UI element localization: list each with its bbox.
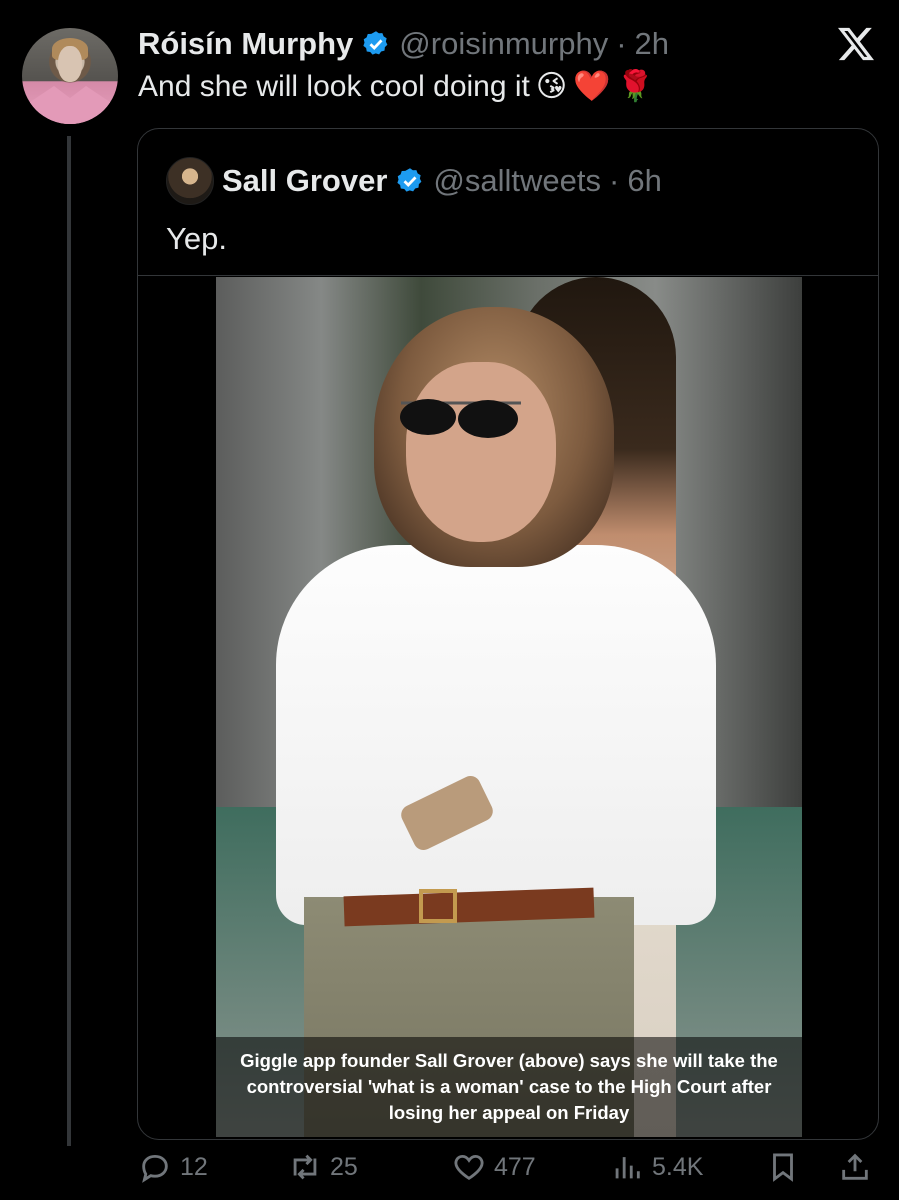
reply-button[interactable]: 12	[138, 1150, 208, 1184]
repost-count: 25	[330, 1152, 358, 1181]
action-bar: 12 25 477 5.4K	[138, 1150, 878, 1200]
thread-line	[67, 136, 71, 1146]
quoted-author-handle[interactable]: @salltweets	[433, 163, 601, 199]
kiss-emoji-icon: 😘	[535, 70, 568, 103]
bookmark-icon	[773, 1153, 793, 1182]
quoted-author-name[interactable]: Sall Grover	[222, 163, 387, 199]
author-name[interactable]: Róisín Murphy	[138, 26, 353, 62]
reply-icon	[142, 1154, 168, 1183]
share-icon	[842, 1153, 868, 1180]
views-count: 5.4K	[652, 1152, 704, 1181]
author-avatar[interactable]	[22, 28, 118, 124]
views-icon	[615, 1157, 640, 1179]
repost-button[interactable]: 25	[288, 1150, 358, 1184]
timestamp[interactable]: 2h	[635, 26, 669, 62]
photo-caption: Giggle app founder Sall Grover (above) s…	[216, 1037, 802, 1137]
heart-icon	[454, 1154, 484, 1180]
x-logo-icon[interactable]	[836, 24, 876, 64]
verified-badge-icon	[363, 31, 388, 55]
quoted-header: Sall Grover @salltweets · 6h	[166, 157, 662, 205]
quoted-tweet[interactable]: Sall Grover @salltweets · 6h Yep. Giggle…	[137, 128, 879, 1140]
like-button[interactable]: 477	[452, 1150, 536, 1184]
like-count: 477	[494, 1152, 536, 1181]
views-button[interactable]: 5.4K	[610, 1150, 703, 1184]
repost-icon	[293, 1154, 317, 1180]
quoted-text: Yep.	[166, 221, 227, 256]
verified-badge-icon	[397, 168, 422, 192]
quoted-avatar[interactable]	[166, 157, 214, 205]
reply-count: 12	[180, 1152, 208, 1181]
quoted-timestamp[interactable]: 6h	[627, 163, 661, 199]
tweet-body: And she will look cool doing it	[138, 70, 530, 103]
tweet-header: Róisín Murphy @roisinmurphy · 2h	[138, 26, 669, 62]
rose-emoji-icon: 🌹	[616, 70, 654, 103]
header-separator: ·	[616, 26, 627, 61]
quoted-divider	[138, 275, 878, 276]
bookmark-button[interactable]	[766, 1150, 800, 1184]
heart-emoji-icon: ❤️	[573, 70, 611, 103]
quoted-separator: ·	[609, 163, 620, 198]
share-button[interactable]	[838, 1150, 872, 1184]
author-handle[interactable]: @roisinmurphy	[399, 26, 608, 62]
quoted-photo[interactable]	[216, 277, 802, 1137]
tweet-text: And she will look cool doing it 😘 ❤️ 🌹	[138, 70, 654, 104]
